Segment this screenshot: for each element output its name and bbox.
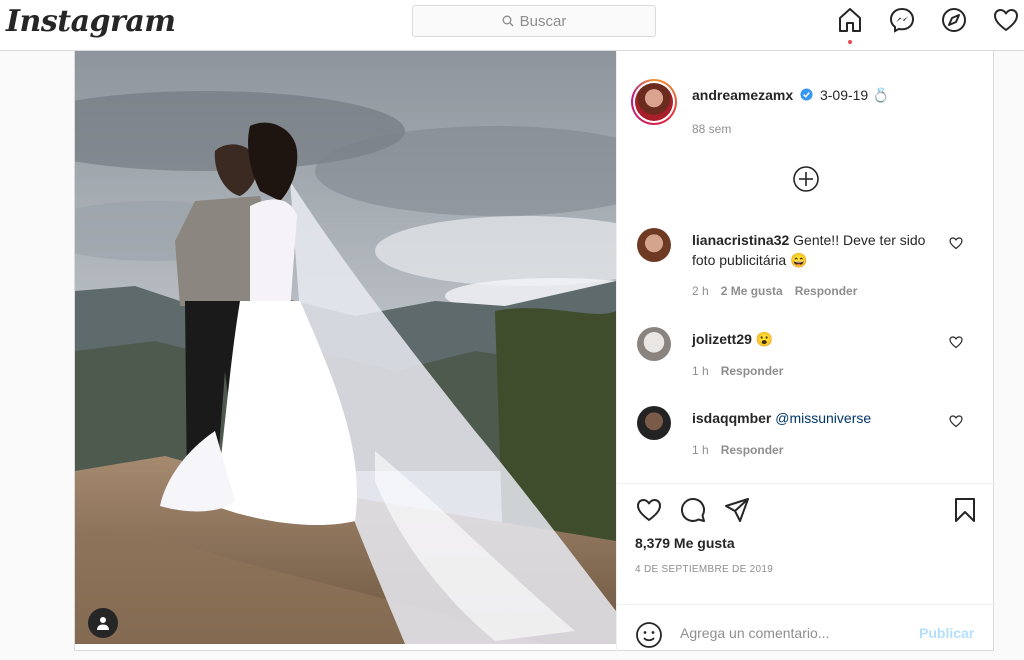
post-card: andreamezamx 3-09-19 💍 88 sem lianacrist… (74, 51, 996, 651)
explore-compass-icon[interactable] (940, 6, 968, 34)
comment-meta: 1 h Responder (692, 364, 783, 378)
author-avatar[interactable] (631, 79, 677, 125)
commenter-username[interactable]: isdaqqmber (692, 410, 771, 426)
instagram-logo[interactable]: Instagram (6, 4, 176, 39)
post-age[interactable]: 88 sem (692, 122, 731, 136)
post-actions: 8,379 Me gusta 4 DE SEPTIEMBRE DE 2019 P… (617, 483, 996, 651)
reply-button[interactable]: Responder (721, 364, 784, 378)
notification-dot (848, 40, 852, 44)
comment-time[interactable]: 2 h (692, 284, 709, 298)
like-comment-heart-icon[interactable] (949, 335, 963, 349)
comment-emoji: 😄 (790, 252, 808, 268)
comment-bubble-icon[interactable] (679, 496, 707, 524)
tagged-users-button[interactable] (88, 608, 118, 638)
comment-meta: 2 h 2 Me gusta Responder (692, 284, 857, 298)
author-username[interactable]: andreamezamx (692, 87, 793, 103)
comment-time[interactable]: 1 h (692, 364, 709, 378)
comment-text: isdaqqmber @missuniverse (692, 408, 942, 428)
comment-meta: 1 h Responder (692, 443, 783, 457)
reply-button[interactable]: Responder (795, 284, 858, 298)
caption-emoji: 💍 (872, 87, 890, 103)
comment-time[interactable]: 1 h (692, 443, 709, 457)
like-comment-heart-icon[interactable] (949, 236, 963, 250)
comment-text: lianacristina32 Gente!! Deve ter sido fo… (692, 230, 942, 270)
comment-input[interactable] (680, 625, 910, 641)
comment-emoji: 😮 (755, 331, 774, 347)
post-photo[interactable] (75, 51, 616, 644)
comments-list[interactable]: andreamezamx 3-09-19 💍 88 sem lianacrist… (617, 51, 996, 483)
comment-likes[interactable]: 2 Me gusta (721, 284, 783, 298)
like-heart-icon[interactable] (635, 496, 663, 524)
commenter-avatar[interactable] (637, 228, 671, 262)
verified-badge-icon (800, 88, 813, 101)
activity-heart-icon[interactable] (992, 6, 1020, 34)
comment-text: jolizett29 😮 (692, 329, 942, 349)
wedding-photo-illustration (75, 51, 616, 644)
post-sidebar: andreamezamx 3-09-19 💍 88 sem lianacrist… (616, 51, 996, 651)
reply-button[interactable]: Responder (721, 443, 784, 457)
commenter-username[interactable]: lianacristina32 (692, 232, 789, 248)
search-placeholder: Buscar (519, 12, 567, 30)
plus-circle-icon[interactable] (792, 165, 820, 193)
publish-button[interactable]: Publicar (919, 625, 974, 641)
search-input[interactable]: Buscar (412, 5, 656, 37)
add-comment-bar: Publicar (617, 604, 996, 660)
commenter-avatar[interactable] (637, 406, 671, 440)
like-count[interactable]: 8,379 Me gusta (635, 535, 735, 551)
commenter-avatar[interactable] (637, 327, 671, 361)
comment-mention-link[interactable]: @missuniverse (775, 410, 871, 426)
post-date[interactable]: 4 DE SEPTIEMBRE DE 2019 (635, 564, 773, 575)
save-bookmark-icon[interactable] (951, 496, 979, 524)
share-paper-plane-icon[interactable] (723, 496, 751, 524)
emoji-smiley-icon[interactable] (635, 621, 663, 649)
search-icon (502, 15, 514, 27)
commenter-username[interactable]: jolizett29 (692, 331, 752, 347)
post-caption: andreamezamx 3-09-19 💍 (692, 86, 890, 104)
home-icon[interactable] (836, 6, 864, 44)
user-icon (97, 617, 109, 630)
top-nav-bar: Instagram Buscar (0, 0, 1024, 51)
caption-text: 3-09-19 (819, 87, 869, 103)
messenger-icon[interactable] (888, 6, 916, 34)
like-comment-heart-icon[interactable] (949, 414, 963, 428)
